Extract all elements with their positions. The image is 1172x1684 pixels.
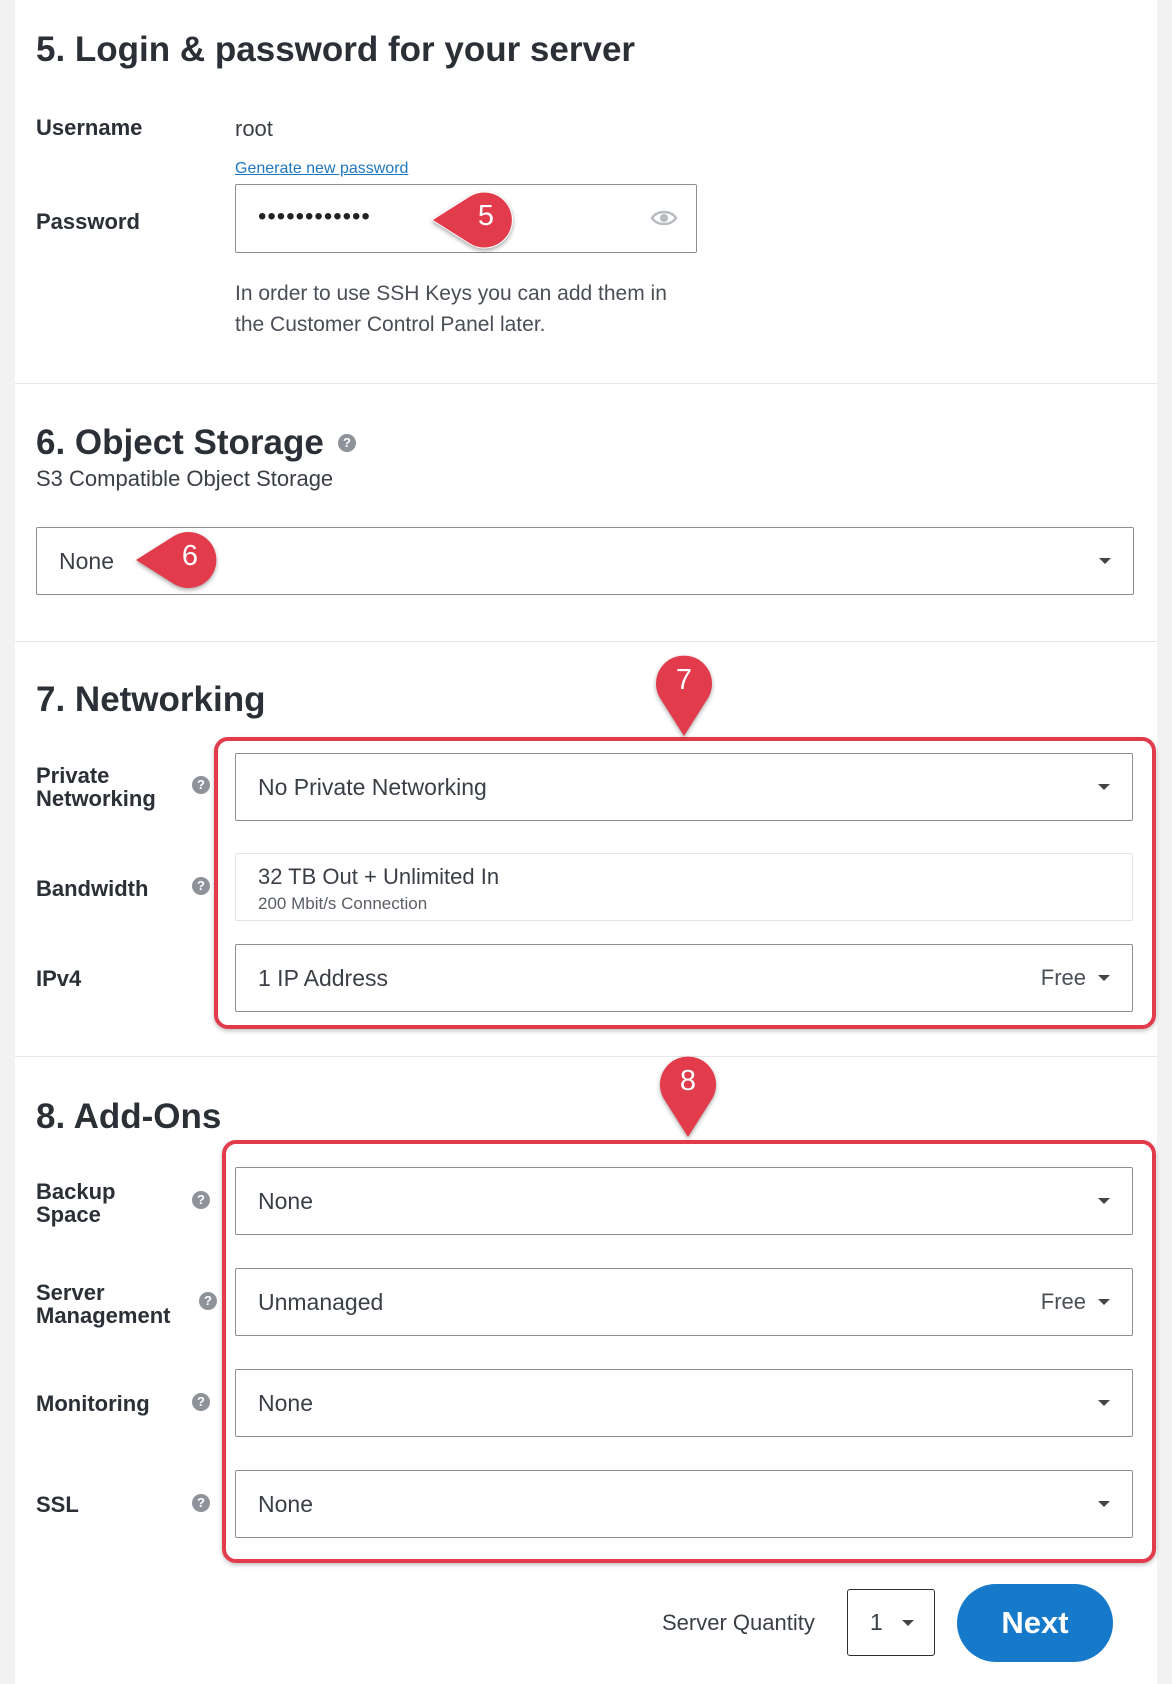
section-networking-heading: 7. Networking [36, 680, 266, 719]
ssh-keys-note: In order to use SSH Keys you can add the… [235, 278, 667, 340]
ipv4-label: IPv4 [36, 966, 82, 991]
section-login-heading: 5. Login & password for your server [36, 30, 636, 69]
generate-password-link[interactable]: Generate new password [235, 160, 408, 178]
password-masked-value: •••••••••••• [258, 203, 371, 230]
backup-space-label-line2: Space [36, 1202, 101, 1227]
server-management-help-icon[interactable]: ? [199, 1292, 217, 1310]
private-networking-label-line1: Private [36, 763, 110, 788]
server-quantity-value: 1 [870, 1609, 883, 1635]
private-networking-help-icon[interactable]: ? [192, 776, 210, 794]
password-label: Password [36, 209, 140, 234]
server-management-label-line2: Management [36, 1303, 171, 1328]
bandwidth-help-icon[interactable]: ? [192, 877, 210, 895]
object-storage-subtitle: S3 Compatible Object Storage [36, 466, 334, 491]
object-storage-help-icon[interactable]: ? [338, 434, 356, 452]
monitoring-help-icon[interactable]: ? [192, 1393, 210, 1411]
chevron-down-icon [902, 1620, 914, 1626]
chevron-down-icon [1099, 558, 1111, 564]
ssl-label: SSL [36, 1492, 79, 1517]
server-management-label-line1: Server [36, 1280, 105, 1305]
server-management-label: Server Management [36, 1281, 170, 1327]
section-divider [15, 641, 1157, 642]
backup-space-help-icon[interactable]: ? [192, 1191, 210, 1209]
section-addons-heading: 8. Add-Ons [36, 1097, 222, 1136]
bandwidth-label: Bandwidth [36, 876, 149, 901]
server-quantity-select[interactable]: 1 [847, 1589, 935, 1656]
callout-5-number: 5 [477, 200, 495, 232]
ssh-keys-note-line2: the Customer Control Panel later. [235, 313, 546, 336]
object-storage-selected-value: None [59, 548, 114, 574]
username-value: root [235, 116, 273, 141]
callout-badge-8: 8 [658, 1051, 718, 1141]
backup-space-label: Backup Space [36, 1180, 115, 1226]
show-password-eye-icon[interactable] [650, 208, 678, 233]
section-divider [15, 383, 1157, 384]
ssl-help-icon[interactable]: ? [192, 1494, 210, 1512]
server-quantity-label: Server Quantity [662, 1610, 815, 1635]
username-label: Username [36, 115, 143, 140]
private-networking-label-line2: Networking [36, 786, 156, 811]
private-networking-label: Private Networking [36, 764, 156, 810]
callout-7-number: 7 [675, 664, 693, 696]
networking-highlight-box [214, 737, 1156, 1029]
monitoring-label: Monitoring [36, 1391, 150, 1416]
section-divider [15, 1056, 1157, 1057]
callout-8-number: 8 [679, 1065, 697, 1097]
callout-6-number: 6 [181, 540, 199, 572]
callout-badge-7: 7 [654, 650, 714, 740]
ssh-keys-note-line1: In order to use SSH Keys you can add the… [235, 282, 667, 305]
callout-badge-6: 6 [134, 530, 224, 590]
callout-badge-5: 5 [430, 190, 520, 250]
next-button[interactable]: Next [957, 1584, 1113, 1662]
backup-space-label-line1: Backup [36, 1179, 116, 1204]
section-object-storage-heading: 6. Object Storage [36, 423, 324, 462]
addons-highlight-box [222, 1140, 1156, 1563]
